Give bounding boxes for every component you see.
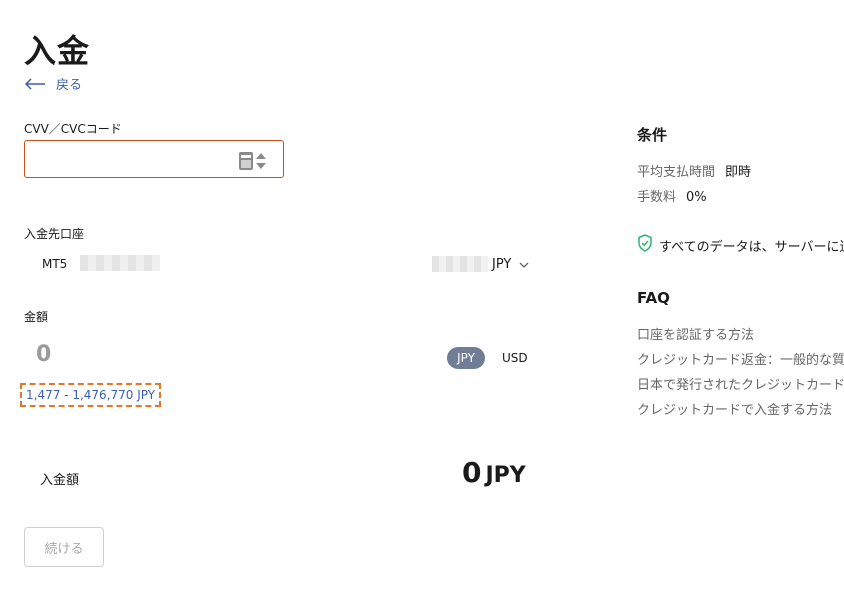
condition-row-payment-time: 平均支払時間 即時 (637, 161, 751, 180)
amount-input[interactable]: 0 (36, 342, 51, 367)
faq-link[interactable]: クレジットカードで入金する方法 (637, 399, 832, 418)
card-cvv-icon (239, 150, 269, 176)
faq-link[interactable]: 日本で発行されたクレジットカードによ (637, 374, 844, 393)
amount-range-hint: 1,477 - 1,476,770 JPY (20, 383, 162, 407)
condition-key: 平均支払時間 (637, 165, 716, 180)
condition-row-fee: 手数料 0% (637, 186, 707, 205)
condition-value: 0% (686, 190, 707, 205)
account-balance-redacted (432, 256, 488, 272)
condition-value: 即時 (725, 165, 752, 180)
account-select[interactable]: MT5 JPY (24, 252, 536, 276)
faq-title: FAQ (637, 289, 670, 307)
back-arrow-icon (24, 77, 46, 90)
back-link[interactable]: 戻る (24, 74, 82, 93)
cvv-field-wrapper (24, 140, 284, 179)
cvv-label: CVV／CVCコード (24, 122, 122, 136)
page-title: 入金 (24, 32, 91, 70)
conditions-title: 条件 (637, 126, 668, 144)
account-label: 入金先口座 (24, 227, 85, 241)
account-currency: JPY (492, 257, 512, 272)
continue-button[interactable]: 続ける (24, 527, 104, 567)
faq-link[interactable]: 口座を認証する方法 (637, 324, 754, 343)
total-amount: 0 JPY (462, 456, 526, 489)
account-currency-dropdown[interactable]: JPY (492, 257, 529, 272)
cvv-input[interactable] (33, 141, 237, 179)
total-number: 0 (462, 456, 482, 489)
security-text: すべてのデータは、サーバーに送信 (659, 239, 844, 255)
security-note: すべてのデータは、サーバーに送信 (637, 234, 844, 256)
currency-toggle-jpy[interactable]: JPY (447, 347, 485, 369)
total-currency: JPY (485, 463, 526, 488)
faq-link[interactable]: クレジットカード返金：一般的な質問 (637, 349, 844, 368)
back-label: 戻る (56, 78, 83, 93)
account-number-redacted (80, 255, 160, 271)
condition-key: 手数料 (637, 190, 677, 205)
amount-label: 金額 (24, 310, 49, 324)
total-label: 入金額 (40, 473, 80, 488)
chevron-down-icon (519, 257, 529, 272)
shield-check-icon (637, 234, 653, 256)
account-platform: MT5 (42, 257, 68, 271)
currency-toggle-usd[interactable]: USD (502, 351, 528, 365)
